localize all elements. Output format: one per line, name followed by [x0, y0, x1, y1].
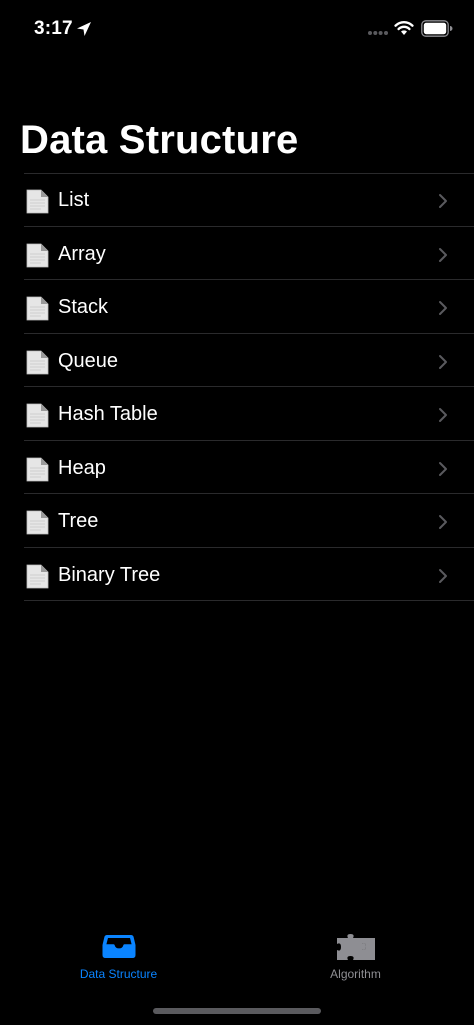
list-item-label: Queue: [58, 349, 119, 372]
list-item-label: Tree: [58, 510, 99, 532]
signal-icon: [368, 31, 388, 35]
list-item-label: Binary Tree: [58, 563, 161, 586]
list-item[interactable]: Array: [0, 227, 474, 280]
data-structure-list: List Array Stack Queue Hash Table Heap Tree Bin…: [0, 173, 474, 601]
home-indicator[interactable]: [153, 1008, 321, 1014]
list-item[interactable]: Stack: [0, 280, 474, 334]
status-bar: 3:17: [0, 0, 474, 60]
tab-algorithm[interactable]: Algorithm: [237, 920, 474, 1000]
document-icon: [26, 243, 49, 267]
tray-icon: [102, 935, 135, 958]
document-icon: [26, 296, 49, 321]
document-icon: [26, 564, 49, 588]
document-icon: [26, 457, 49, 481]
status-time: 3:17: [34, 18, 73, 39]
wifi-icon: [394, 21, 414, 35]
chevron-right-icon: [439, 194, 447, 208]
list-item[interactable]: Queue: [0, 334, 474, 387]
list-item-label: List: [58, 189, 90, 211]
list-item[interactable]: Hash Table: [0, 387, 474, 441]
list-item-label: Array: [58, 242, 106, 265]
document-icon: [26, 403, 49, 428]
list-item[interactable]: Heap: [0, 441, 474, 494]
chevron-right-icon: [439, 301, 447, 315]
chevron-right-icon: [439, 515, 447, 529]
page-title: Data Structure: [20, 118, 299, 162]
document-icon: [26, 350, 49, 374]
tab-data-structure[interactable]: Data Structure: [0, 920, 237, 1000]
divider: [24, 600, 474, 601]
list-item-label: Heap: [58, 456, 106, 479]
location-arrow-icon: [77, 22, 91, 36]
chevron-right-icon: [439, 568, 447, 583]
chevron-right-icon: [439, 354, 447, 369]
document-icon: [26, 189, 49, 214]
tab-label: Algorithm: [330, 967, 381, 981]
battery-icon: [421, 20, 453, 37]
chevron-right-icon: [439, 247, 447, 262]
document-icon: [26, 510, 49, 535]
chevron-right-icon: [439, 408, 447, 422]
chevron-right-icon: [439, 461, 447, 476]
list-item-label: Stack: [58, 296, 109, 318]
list-item[interactable]: Binary Tree: [0, 548, 474, 601]
list-item[interactable]: List: [0, 173, 474, 227]
list-item-label: Hash Table: [58, 403, 158, 425]
list-item[interactable]: Tree: [0, 494, 474, 548]
tab-label: Data Structure: [79, 967, 158, 981]
puzzle-piece-icon: [336, 934, 375, 960]
